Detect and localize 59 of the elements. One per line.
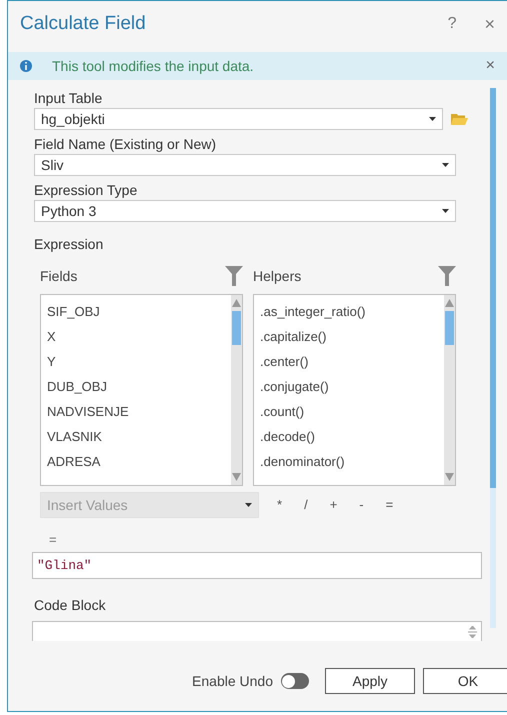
field-list-item[interactable]: SIF_OBJ xyxy=(47,299,231,324)
close-button[interactable]: × xyxy=(484,10,495,38)
resize-icon[interactable] xyxy=(468,626,477,638)
folder-icon[interactable] xyxy=(451,113,468,125)
info-message: This tool modifies the input data. xyxy=(52,56,255,76)
field-list-item[interactable]: VLASNIK xyxy=(47,424,231,449)
list-title: Helpers xyxy=(253,266,302,286)
close-banner-button[interactable]: × xyxy=(486,54,495,78)
operator-button[interactable]: + xyxy=(328,495,340,515)
expression-type-dropdown[interactable]: Python 3 xyxy=(34,200,456,222)
scrollbar[interactable] xyxy=(231,295,242,485)
field-list-item[interactable]: ADRESA xyxy=(47,449,231,474)
field-label: Expression Type xyxy=(34,181,138,200)
field-list-item[interactable]: NADVISENJE xyxy=(47,399,231,424)
scrollbar-thumb[interactable] xyxy=(445,311,454,345)
field-label: Code Block xyxy=(34,596,107,615)
field-list-item[interactable]: X xyxy=(47,324,231,349)
window-title: Calculate Field xyxy=(20,12,147,36)
dialog-button[interactable]: Apply xyxy=(325,668,415,694)
scrollbar[interactable] xyxy=(444,295,455,485)
help-button[interactable]: ? xyxy=(448,12,456,36)
dropdown-caret-icon xyxy=(442,209,449,213)
list-title: Fields xyxy=(40,266,78,286)
enable-undo-toggle[interactable] xyxy=(281,673,309,689)
scrollbar-thumb[interactable] xyxy=(232,311,241,345)
scroll-up-icon[interactable] xyxy=(445,299,454,307)
helper-list-item[interactable]: .denominator() xyxy=(260,449,444,474)
scroll-down-icon[interactable] xyxy=(445,473,454,481)
helper-list-item[interactable]: .conjugate() xyxy=(260,374,444,399)
operator-button[interactable]: / xyxy=(302,495,310,515)
section-label: Expression xyxy=(34,235,104,254)
helper-list-item[interactable]: .count() xyxy=(260,399,444,424)
dialog-button[interactable]: OK xyxy=(423,668,507,694)
operator-button[interactable]: = xyxy=(384,495,396,515)
scroll-up-icon[interactable] xyxy=(232,299,241,307)
scrollbar-thumb[interactable] xyxy=(490,88,496,488)
filter-icon[interactable] xyxy=(225,266,243,286)
dropdown-caret-icon xyxy=(442,163,449,167)
input-table-dropdown[interactable]: hg_objekti xyxy=(34,108,443,130)
expression-input[interactable]: "Glina" xyxy=(32,552,482,579)
dropdown-caret-icon xyxy=(429,117,436,121)
operator-button[interactable]: - xyxy=(357,495,366,515)
field-label: Input Table xyxy=(34,89,104,108)
operator-button[interactable]: * xyxy=(275,495,284,515)
assignment-sign: = xyxy=(49,531,58,549)
helper-list-item[interactable]: .capitalize() xyxy=(260,324,444,349)
filter-icon[interactable] xyxy=(438,266,456,286)
field-list-item[interactable]: DUB_OBJ xyxy=(47,374,231,399)
dropdown-caret-icon xyxy=(245,503,252,507)
helper-list-item[interactable]: .decode() xyxy=(260,424,444,449)
enable-undo-label: Enable Undo xyxy=(192,672,273,690)
field-label: Field Name (Existing or New) xyxy=(34,135,218,154)
info-icon xyxy=(20,60,32,72)
scroll-down-icon[interactable] xyxy=(232,473,241,481)
field-name-dropdown[interactable]: Sliv xyxy=(34,154,456,176)
code-block-input[interactable] xyxy=(32,621,482,641)
helper-list-item[interactable]: .as_integer_ratio() xyxy=(260,299,444,324)
helper-list-item[interactable]: .center() xyxy=(260,349,444,374)
field-list-item[interactable]: Y xyxy=(47,349,231,374)
